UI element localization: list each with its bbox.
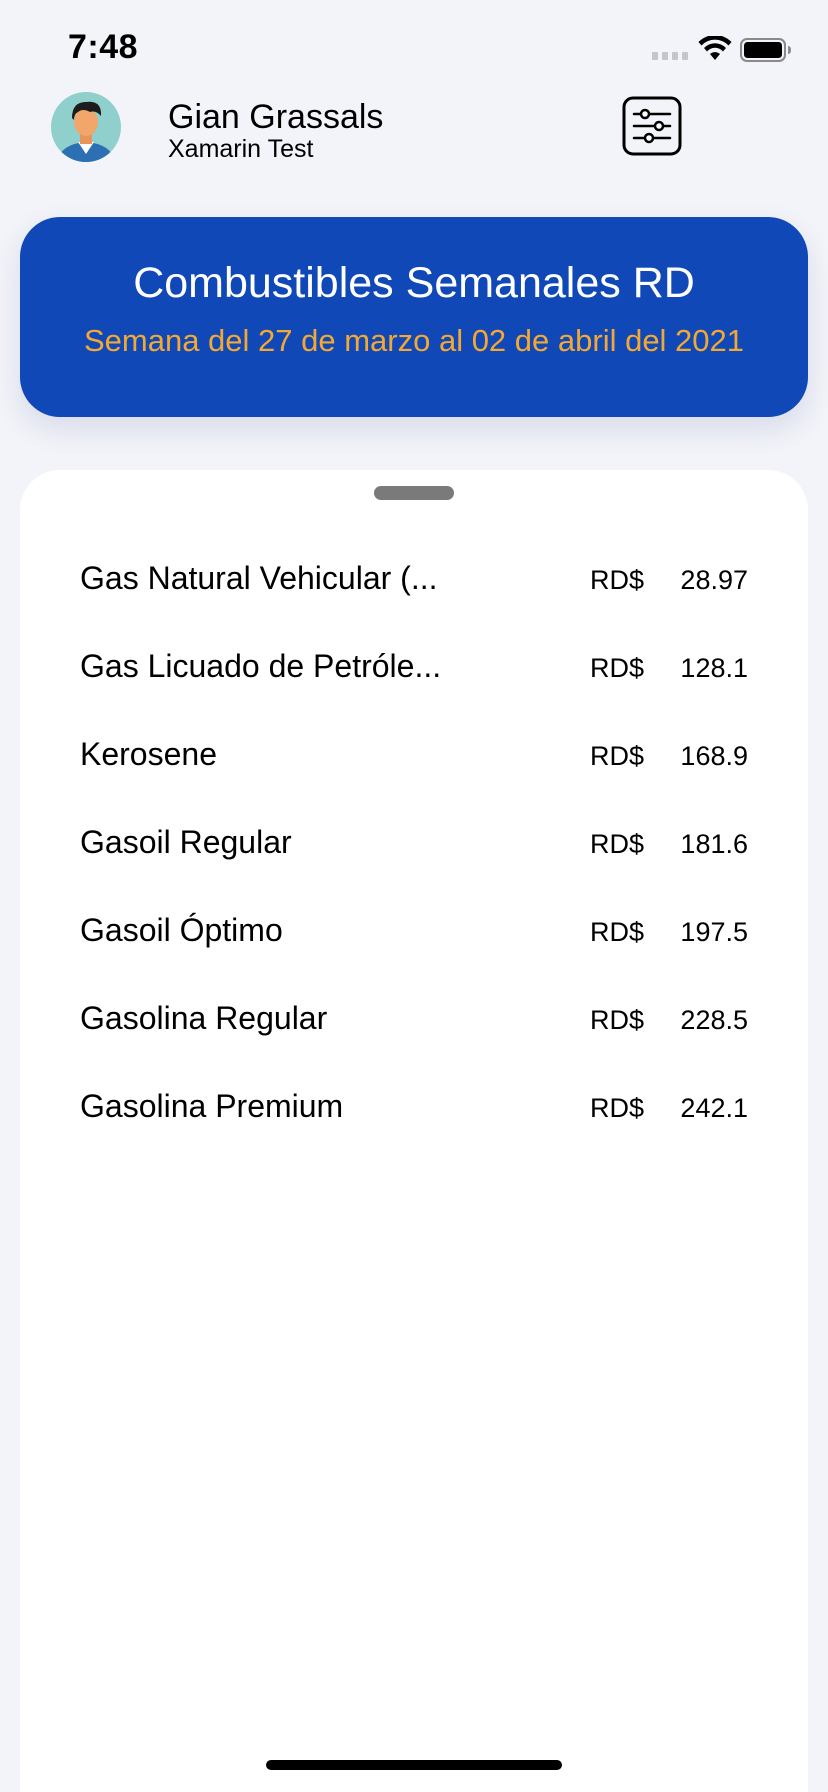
fuel-price: 128.1 bbox=[680, 653, 748, 683]
signal-icon bbox=[652, 52, 688, 60]
battery-icon bbox=[740, 38, 791, 62]
status-bar: 7:48 bbox=[0, 0, 828, 100]
fuel-name: Gasoil Óptimo bbox=[80, 912, 283, 948]
settings-button[interactable] bbox=[621, 95, 683, 157]
fuel-prices-sheet: Gas Natural Vehicular (... RD$ 28.97 Gas… bbox=[20, 470, 808, 1792]
person-avatar-icon bbox=[51, 92, 121, 162]
sliders-icon bbox=[622, 96, 682, 156]
drag-handle[interactable] bbox=[374, 486, 454, 500]
fuel-row-gasoil-optimo[interactable]: Gasoil Óptimo RD$ 197.5 bbox=[20, 910, 808, 998]
banner-title: Combustibles Semanales RD bbox=[133, 259, 695, 307]
user-subtitle: Xamarin Test bbox=[168, 135, 314, 163]
fuel-currency: RD$ bbox=[590, 829, 645, 859]
fuel-name: Gasoil Regular bbox=[80, 824, 292, 860]
fuel-name: Gas Licuado de Petróle... bbox=[80, 648, 442, 684]
fuel-price: 242.1 bbox=[680, 1093, 748, 1123]
fuel-currency: RD$ bbox=[590, 565, 645, 595]
fuel-row-kerosene[interactable]: Kerosene RD$ 168.9 bbox=[20, 734, 808, 822]
fuel-price-list: Gas Natural Vehicular (... RD$ 28.97 Gas… bbox=[20, 558, 808, 1174]
fuel-row-gasolina-premium[interactable]: Gasolina Premium RD$ 242.1 bbox=[20, 1086, 808, 1174]
fuel-row-gasoil-regular[interactable]: Gasoil Regular RD$ 181.6 bbox=[20, 822, 808, 910]
fuel-row-gas-natural-vehicular[interactable]: Gas Natural Vehicular (... RD$ 28.97 bbox=[20, 558, 808, 646]
fuel-currency: RD$ bbox=[590, 741, 645, 771]
fuel-name: Gasolina Premium bbox=[80, 1088, 344, 1124]
fuel-price: 197.5 bbox=[680, 917, 748, 947]
fuel-price: 228.5 bbox=[680, 1005, 748, 1035]
weekly-fuel-banner: Combustibles Semanales RD Semana del 27 … bbox=[20, 217, 808, 417]
fuel-name: Gasolina Regular bbox=[80, 1000, 328, 1036]
wifi-icon bbox=[698, 36, 732, 60]
fuel-row-gasolina-regular[interactable]: Gasolina Regular RD$ 228.5 bbox=[20, 998, 808, 1086]
fuel-name: Gas Natural Vehicular (... bbox=[80, 560, 438, 596]
fuel-currency: RD$ bbox=[590, 653, 645, 683]
fuel-name: Kerosene bbox=[80, 736, 217, 772]
fuel-row-gas-licuado-de-petroleo[interactable]: Gas Licuado de Petróle... RD$ 128.1 bbox=[20, 646, 808, 734]
fuel-currency: RD$ bbox=[590, 917, 645, 947]
fuel-currency: RD$ bbox=[590, 1005, 645, 1035]
status-time: 7:48 bbox=[68, 28, 139, 66]
fuel-currency: RD$ bbox=[590, 1093, 645, 1123]
user-name: Gian Grassals bbox=[168, 98, 384, 136]
banner-week-range: Semana del 27 de marzo al 02 de abril de… bbox=[83, 323, 745, 358]
fuel-price: 168.9 bbox=[680, 741, 748, 771]
fuel-price: 181.6 bbox=[680, 829, 748, 859]
home-indicator[interactable] bbox=[266, 1760, 562, 1770]
fuel-price: 28.97 bbox=[680, 565, 748, 595]
